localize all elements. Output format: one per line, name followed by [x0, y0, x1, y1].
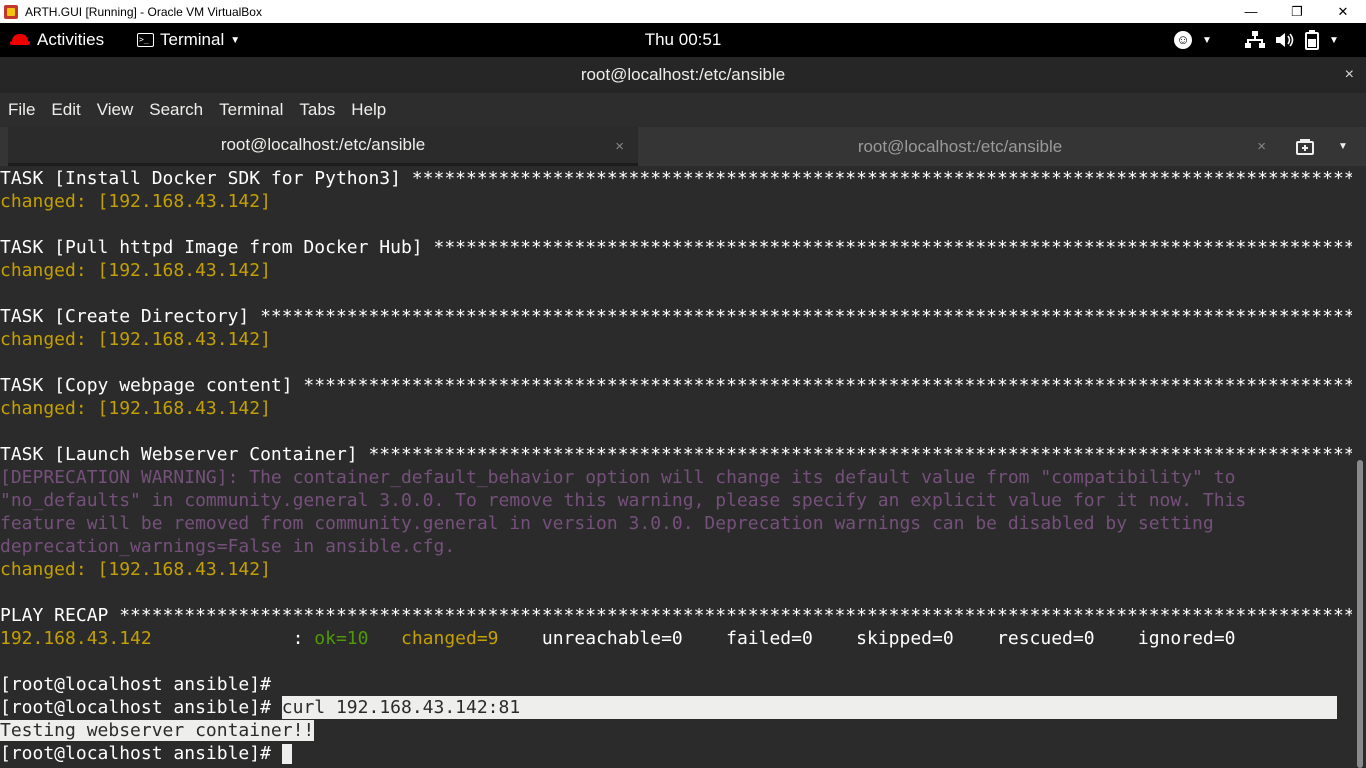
app-menu-button[interactable]: >_ Terminal ▼ — [137, 23, 240, 57]
tab-close-button[interactable]: × — [1257, 127, 1266, 166]
warning-line: deprecation_warnings=False in ansible.cf… — [0, 536, 456, 557]
command-line: [root@localhost ansible]# curl 192.168.4… — [0, 696, 1352, 719]
activities-label: Activities — [37, 30, 105, 49]
system-menu[interactable]: ▼ — [1245, 23, 1339, 57]
tab-1[interactable]: root@localhost:/etc/ansible × — [8, 127, 638, 166]
new-tab-icon — [1296, 138, 1314, 155]
response-line: Testing webserver container!! — [0, 719, 1352, 742]
tab-label: root@localhost:/etc/ansible — [857, 136, 1063, 156]
warning-line: "no_defaults" in community.general 3.0.0… — [0, 490, 1247, 511]
prompt-line: [root@localhost ansible]# — [0, 742, 1352, 765]
redhat-logo-icon — [10, 34, 30, 46]
terminal-menu-bar: File Edit View Search Terminal Tabs Help — [0, 93, 1366, 127]
tab-label: root@localhost:/etc/ansible — [220, 135, 426, 154]
accessibility-menu[interactable]: ☺ ▼ — [1174, 23, 1212, 57]
close-terminal-button[interactable]: × — [1345, 57, 1354, 93]
network-icon — [1245, 31, 1265, 48]
menu-help[interactable]: Help — [351, 100, 386, 120]
curl-response: Testing webserver container!! — [0, 720, 315, 741]
virtualbox-window-controls: — ❐ ✕ — [1228, 0, 1366, 23]
chevron-down-icon: ▼ — [1202, 34, 1212, 46]
recap-host: 192.168.43.142 — [0, 628, 152, 649]
output-line: changed: [192.168.43.142] — [0, 260, 271, 281]
output-line: TASK [Launch Webserver Container] ******… — [0, 444, 1352, 465]
output-line: PLAY RECAP *****************************… — [0, 605, 1352, 626]
warning-line: [DEPRECATION WARNING]: The container_def… — [0, 467, 1236, 488]
output-line: TASK [Install Docker SDK for Python3] **… — [0, 168, 1352, 189]
menu-view[interactable]: View — [97, 100, 134, 120]
virtualbox-window-title: ARTH.GUI [Running] - Oracle VM VirtualBo… — [25, 4, 262, 19]
output-line: TASK [Copy webpage content] ************… — [0, 375, 1352, 396]
recap-rest: unreachable=0 failed=0 skipped=0 rescued… — [498, 628, 1236, 649]
menu-terminal[interactable]: Terminal — [219, 100, 283, 120]
recap-ok: ok=10 — [314, 628, 369, 649]
text-cursor — [281, 744, 292, 764]
prompt-line: [root@localhost ansible]# — [0, 673, 1352, 696]
app-menu-label: Terminal — [160, 30, 225, 49]
virtualbox-app-icon — [4, 4, 18, 19]
menu-file[interactable]: File — [8, 100, 35, 120]
tab-close-button[interactable]: × — [615, 127, 624, 166]
close-window-button[interactable]: ✕ — [1320, 0, 1366, 23]
prompt: [root@localhost ansible]# — [0, 743, 271, 764]
recap-colon: : — [151, 628, 315, 649]
clock[interactable]: Thu 00:51 — [645, 30, 722, 50]
terminal-scrollbar[interactable] — [1352, 167, 1366, 768]
chevron-down-icon: ▼ — [1329, 34, 1339, 46]
new-tab-button[interactable] — [1296, 127, 1314, 166]
chevron-down-icon: ▼ — [1338, 141, 1348, 152]
minimize-button[interactable]: — — [1228, 0, 1274, 23]
menu-tabs[interactable]: Tabs — [299, 100, 335, 120]
selected-command: curl 192.168.43.142:81 — [281, 696, 1337, 719]
output-line: changed: [192.168.43.142] — [0, 398, 271, 419]
prompt: [root@localhost ansible]# — [0, 674, 271, 695]
output-line: changed: [192.168.43.142] — [0, 191, 271, 212]
chevron-down-icon: ▼ — [230, 34, 241, 46]
recap-line: 192.168.43.142 : ok=10 changed=9 unreach… — [0, 627, 1352, 650]
virtualbox-title-bar: ARTH.GUI [Running] - Oracle VM VirtualBo… — [0, 0, 1366, 23]
tabs-menu-button[interactable]: ▼ — [1338, 127, 1348, 166]
volume-icon — [1276, 33, 1294, 47]
output-line: changed: [192.168.43.142] — [0, 329, 271, 350]
scrollbar-thumb[interactable] — [1357, 460, 1363, 768]
menu-search[interactable]: Search — [149, 100, 203, 120]
terminal-tab-bar: root@localhost:/etc/ansible × root@local… — [0, 127, 1366, 166]
terminal-title-bar: root@localhost:/etc/ansible × — [0, 57, 1366, 93]
output-line: changed: [192.168.43.142] — [0, 559, 271, 580]
terminal-window-title: root@localhost:/etc/ansible — [580, 65, 786, 84]
output-line: TASK [Pull httpd Image from Docker Hub] … — [0, 237, 1352, 258]
warning-line: feature will be removed from community.g… — [0, 513, 1214, 534]
accessibility-icon: ☺ — [1174, 31, 1192, 49]
output-line: TASK [Create Directory] ****************… — [0, 306, 1352, 327]
recap-changed: changed=9 — [400, 628, 499, 649]
terminal-output[interactable]: TASK [Install Docker SDK for Python3] **… — [0, 167, 1352, 768]
restore-button[interactable]: ❐ — [1274, 0, 1320, 23]
gnome-top-bar: Activities >_ Terminal ▼ Thu 00:51 ☺ ▼ ▼ — [0, 23, 1366, 57]
tab-2[interactable]: root@localhost:/etc/ansible × — [640, 127, 1280, 166]
terminal-icon: >_ — [137, 33, 154, 47]
battery-icon — [1305, 30, 1319, 50]
menu-edit[interactable]: Edit — [51, 100, 80, 120]
prompt: [root@localhost ansible]# — [0, 697, 271, 718]
activities-button[interactable]: Activities — [10, 23, 104, 57]
